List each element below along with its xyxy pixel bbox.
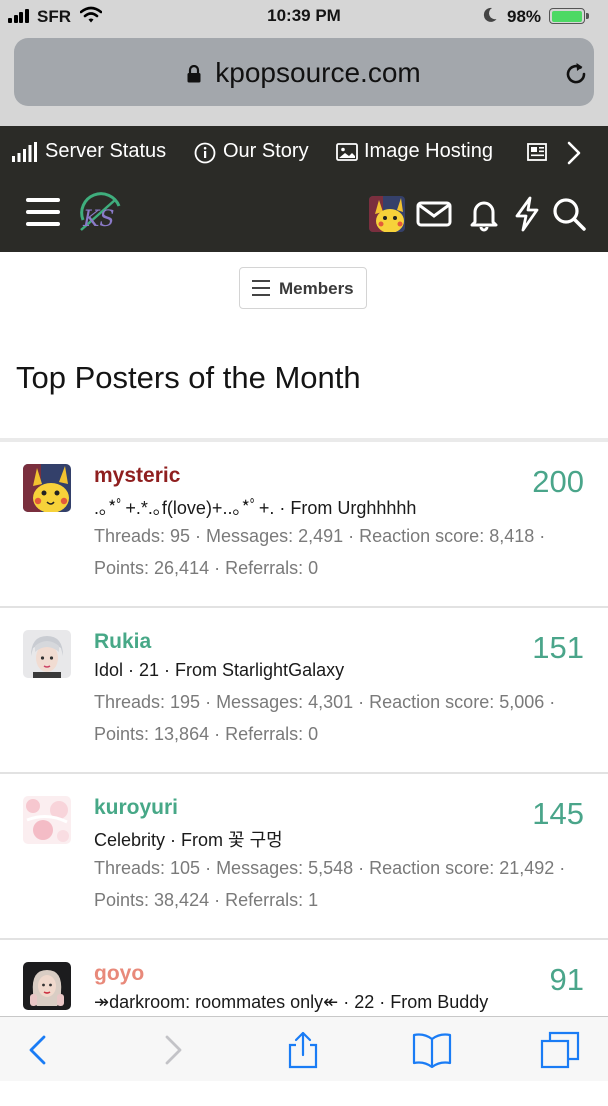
status-bar: SFR 10:39 PM 98% [0, 0, 608, 34]
member-avatar[interactable] [23, 464, 71, 512]
message-count: 151 [532, 630, 584, 665]
bell-icon[interactable] [466, 196, 502, 232]
nav-link-server-status[interactable]: Server Status [12, 140, 172, 166]
member-name[interactable]: kuroyuri [94, 796, 178, 820]
address-bar[interactable]: kpopsource.com [14, 38, 594, 106]
forward-icon [165, 1035, 182, 1065]
reload-icon[interactable] [562, 60, 590, 88]
members-button-label: Members [279, 279, 354, 298]
member-name[interactable]: mysteric [94, 464, 180, 488]
bookmarks-icon[interactable] [412, 1031, 452, 1069]
nav-link-image-hosting[interactable]: Image Hosting [336, 140, 506, 166]
battery-icon [549, 8, 589, 24]
member-info: Celebrity · From 꽃 구멍 [94, 830, 283, 850]
tabs-icon[interactable] [540, 1031, 580, 1069]
list-item: mysteric 200 .｡*ﾟ+.*.｡f(love)+..｡*ﾟ+. · … [0, 442, 608, 608]
signal-bars-icon [12, 142, 37, 162]
info-icon [194, 142, 216, 164]
browser-toolbar [0, 1016, 608, 1081]
menu-icon [252, 280, 270, 296]
member-info: Idol · 21 · From StarlightGalaxy [94, 660, 345, 680]
members-button[interactable]: Members [239, 267, 367, 309]
message-count: 200 [532, 464, 584, 499]
chevron-right-icon[interactable] [565, 140, 583, 166]
member-stats: Threads: 195 · Messages: 4,301 · Reactio… [94, 692, 556, 712]
nav-links: Server Status Our Story Image Hosting [0, 126, 608, 180]
member-name[interactable]: Rukia [94, 630, 151, 654]
nav-link-our-story[interactable]: Our Story [194, 140, 314, 166]
news-icon[interactable] [527, 142, 547, 162]
nav-link-label: Image Hosting [364, 140, 493, 162]
message-count: 145 [532, 796, 584, 831]
member-info: .｡*ﾟ+.*.｡f(love)+..｡*ﾟ+. · From Urghhhhh [94, 498, 417, 518]
member-name[interactable]: goyo [94, 962, 144, 986]
search-icon[interactable] [551, 196, 587, 232]
list-item: Rukia 151 Idol · 21 · From StarlightGala… [0, 608, 608, 774]
member-stats: Points: 26,414 · Referrals: 0 [94, 558, 319, 578]
logo[interactable]: KS [75, 190, 125, 240]
site-navbar: Server Status Our Story Image Hosting KS [0, 126, 608, 252]
svg-text:KS: KS [82, 207, 115, 232]
browser-chrome: kpopsource.com [0, 34, 608, 126]
moon-icon [483, 7, 497, 22]
mail-icon[interactable] [416, 196, 452, 232]
menu-icon[interactable] [26, 198, 60, 228]
member-stats: Points: 38,424 · Referrals: 1 [94, 890, 319, 910]
image-icon [336, 143, 358, 161]
battery-percent: 98% [507, 7, 542, 26]
list-item: kuroyuri 145 Celebrity · From 꽃 구멍 Threa… [0, 774, 608, 940]
bolt-icon[interactable] [509, 196, 545, 232]
message-count: 91 [549, 962, 584, 997]
back-icon[interactable] [18, 1031, 58, 1069]
share-icon[interactable] [283, 1031, 323, 1069]
member-stats: Threads: 95 · Messages: 2,491 · Reaction… [94, 526, 546, 546]
nav-link-label: Server Status [45, 140, 167, 162]
member-info: ↠darkroom: roommates only↞ · 22 · From B… [94, 992, 489, 1012]
member-avatar[interactable] [23, 962, 71, 1010]
nav-link-label: Our Story [223, 140, 309, 162]
page-title: Top Posters of the Month [16, 360, 361, 395]
nav-row: KS [0, 180, 608, 252]
member-stats: Threads: 105 · Messages: 5,548 · Reactio… [94, 858, 566, 878]
member-avatar[interactable] [23, 630, 71, 678]
avatar[interactable] [369, 196, 405, 232]
member-stats: Points: 13,864 · Referrals: 0 [94, 724, 319, 744]
member-avatar[interactable] [23, 796, 71, 844]
url-text: kpopsource.com [215, 57, 421, 88]
